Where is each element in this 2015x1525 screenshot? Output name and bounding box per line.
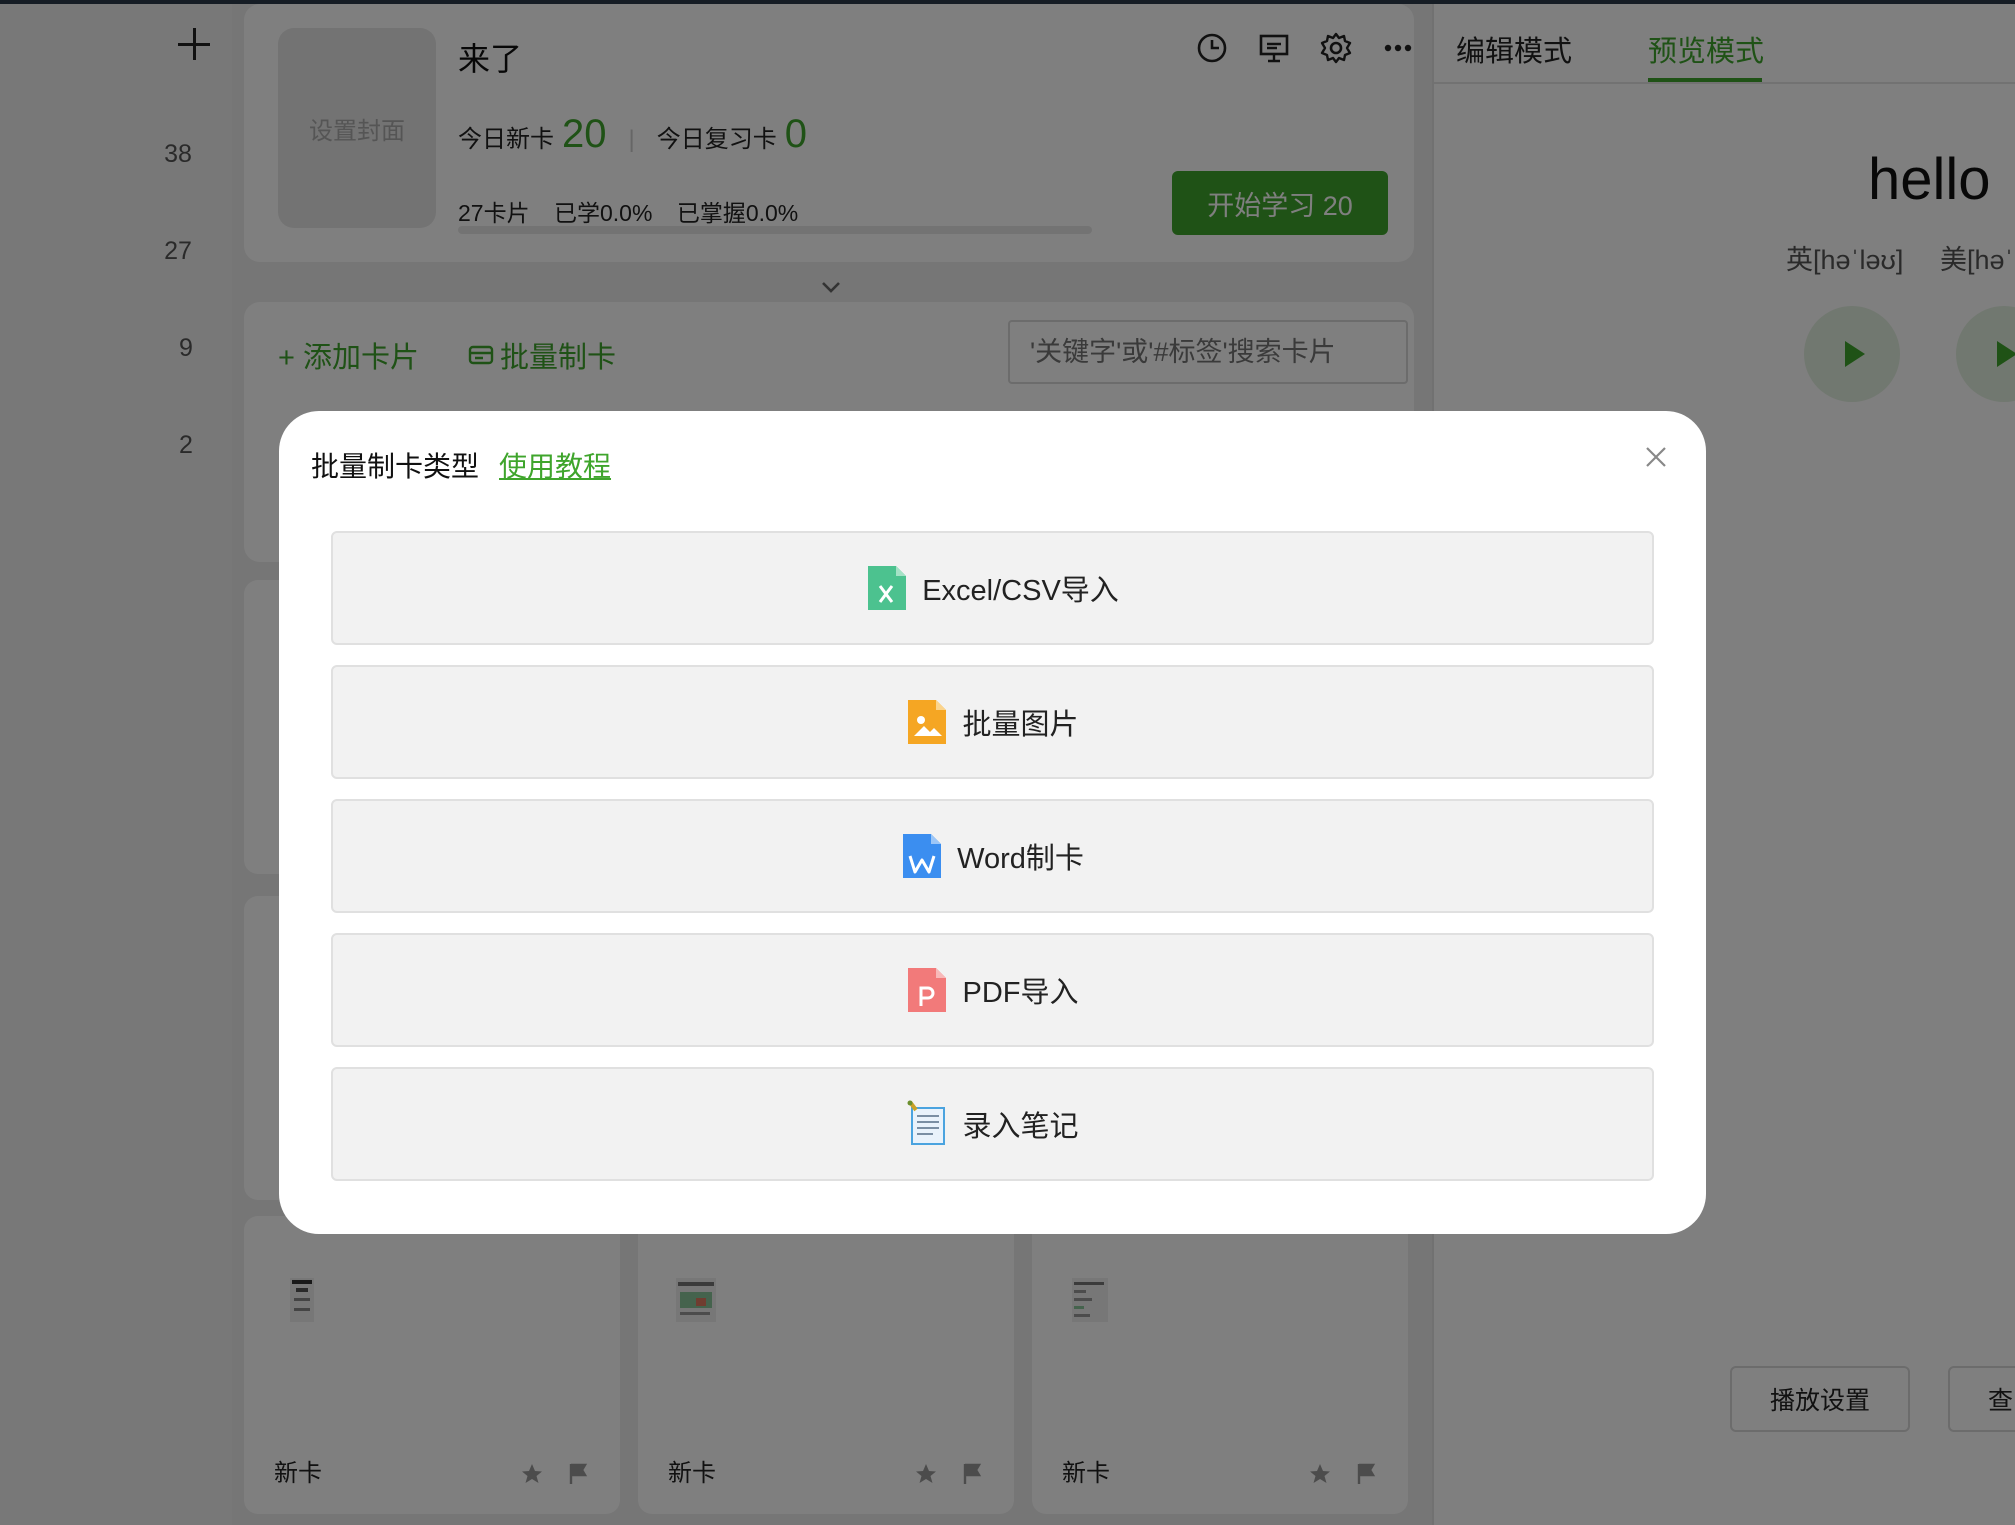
dialog-title: 批量制卡类型: [311, 451, 480, 482]
word-import-option[interactable]: Word制卡: [331, 799, 1654, 913]
enter-notes-option[interactable]: 录入笔记: [331, 1067, 1654, 1181]
close-icon[interactable]: [1642, 443, 1670, 471]
tutorial-link[interactable]: 使用教程: [499, 445, 611, 485]
option-label: 录入笔记: [962, 1111, 1079, 1143]
option-label: Excel/CSV导入: [922, 575, 1119, 607]
option-label: PDF导入: [962, 977, 1079, 1009]
excel-file-icon: [868, 566, 907, 610]
option-label: Word制卡: [957, 843, 1084, 875]
option-label: 批量图片: [962, 709, 1079, 741]
pdf-import-option[interactable]: PDF导入: [331, 933, 1654, 1047]
notepad-icon: [907, 1100, 946, 1145]
excel-csv-import-option[interactable]: Excel/CSV导入: [331, 531, 1654, 645]
image-file-icon: [908, 700, 947, 744]
batch-images-option[interactable]: 批量图片: [331, 665, 1654, 779]
pdf-file-icon: [908, 968, 947, 1012]
batch-create-dialog: 批量制卡类型 使用教程 Excel/CSV导入 批量图片 Word制卡 PDF导…: [279, 411, 1706, 1234]
word-file-icon: [903, 834, 942, 878]
